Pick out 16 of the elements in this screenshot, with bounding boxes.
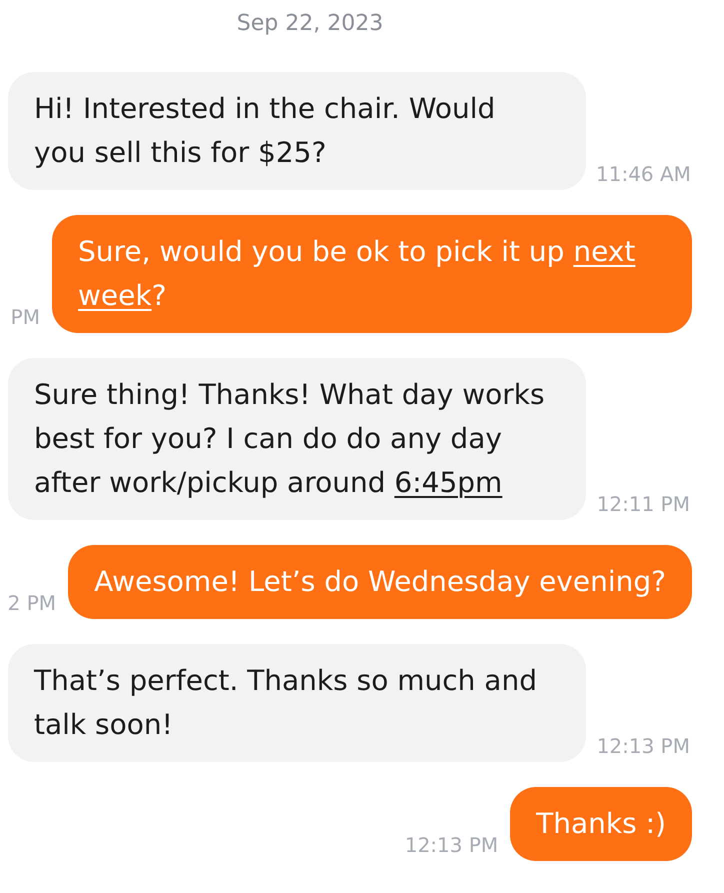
timestamp: 11:46 AM [596, 162, 691, 186]
link[interactable]: week [78, 279, 152, 312]
timestamp: 12:11 PM [596, 492, 690, 516]
link[interactable]: next [573, 235, 636, 268]
date-label: Sep 22, 2023 [236, 10, 384, 38]
timestamp: 12:13 PM [596, 734, 690, 758]
message-text: Thanks :) [536, 806, 666, 842]
timestamp: 12:13 PM [404, 833, 498, 857]
timestamp: 2 PM [8, 591, 56, 615]
message-text: That’s perfect. Thanks so much and talk soon! [34, 663, 538, 743]
message-text: Awesome! Let’s do Wednesday evening? [94, 564, 666, 600]
link[interactable]: 6:45pm [394, 466, 502, 499]
timestamp: PM [10, 305, 40, 329]
message-text: Sure, would you be ok to pick it up next week? [78, 234, 636, 314]
message-text: Hi! Interested in the chair. Would you sell this for $25? [34, 91, 496, 171]
message-text: Sure thing! Thanks! What day works best for you? I can do do any day after work/pickup around 6:45pm [34, 377, 546, 501]
